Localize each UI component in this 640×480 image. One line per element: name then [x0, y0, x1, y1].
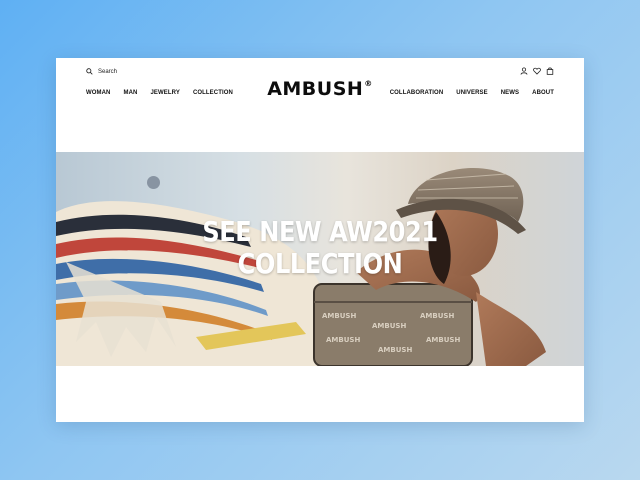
logo-text: AMBUSH	[267, 78, 364, 100]
svg-text:AMBUSH: AMBUSH	[322, 312, 356, 320]
nav-item-collaboration[interactable]: COLLABORATION	[390, 90, 444, 96]
svg-text:AMBUSH: AMBUSH	[420, 312, 454, 320]
nav-item-universe[interactable]: UNIVERSE	[456, 90, 487, 96]
svg-text:AMBUSH: AMBUSH	[378, 346, 412, 354]
hero-banner[interactable]: AMBUSH AMBUSH AMBUSH AMBUSH AMBUSH AMBUSH	[56, 152, 584, 366]
nav-item-collection[interactable]: COLLECTION	[193, 90, 233, 96]
monogram-bag: AMBUSH AMBUSH AMBUSH AMBUSH AMBUSH AMBUSH	[313, 283, 473, 366]
hero-headline[interactable]: SEE NEW AW2021 COLLECTION	[93, 216, 547, 280]
search-label: Search	[98, 68, 118, 75]
user-icon	[520, 67, 528, 75]
nav-item-woman[interactable]: WOMAN	[86, 90, 111, 96]
nav-item-about[interactable]: ABOUT	[532, 90, 554, 96]
hero-title-line1: SEE NEW AW2021	[202, 215, 438, 248]
nav-right: COLLABORATION UNIVERSE NEWS ABOUT	[390, 90, 554, 96]
nav-item-news[interactable]: NEWS	[501, 90, 519, 96]
bag-icon	[546, 67, 554, 75]
site-header: Search AMBUSH® WOMAN MAN JEWELRY COLLECT…	[56, 58, 584, 152]
nav-item-jewelry[interactable]: JEWELRY	[150, 90, 179, 96]
nav-item-man[interactable]: MAN	[124, 90, 138, 96]
svg-text:AMBUSH: AMBUSH	[372, 322, 406, 330]
wishlist-button[interactable]	[533, 67, 541, 75]
svg-text:AMBUSH: AMBUSH	[426, 336, 460, 344]
cart-button[interactable]	[546, 67, 554, 75]
hero-title-line2: COLLECTION	[237, 247, 403, 280]
site-logo[interactable]: AMBUSH®	[56, 78, 584, 100]
heart-icon	[533, 67, 541, 75]
search-icon	[86, 68, 93, 75]
svg-text:AMBUSH: AMBUSH	[326, 336, 360, 344]
browser-page: Search AMBUSH® WOMAN MAN JEWELRY COLLECT…	[56, 58, 584, 422]
page-footer-area	[56, 366, 584, 422]
header-icons	[520, 67, 554, 75]
search-button[interactable]: Search	[86, 68, 117, 75]
registered-mark: ®	[364, 79, 373, 88]
carousel-indicator[interactable]	[147, 176, 160, 189]
account-button[interactable]	[520, 67, 528, 75]
nav-left: WOMAN MAN JEWELRY COLLECTION	[86, 90, 233, 96]
